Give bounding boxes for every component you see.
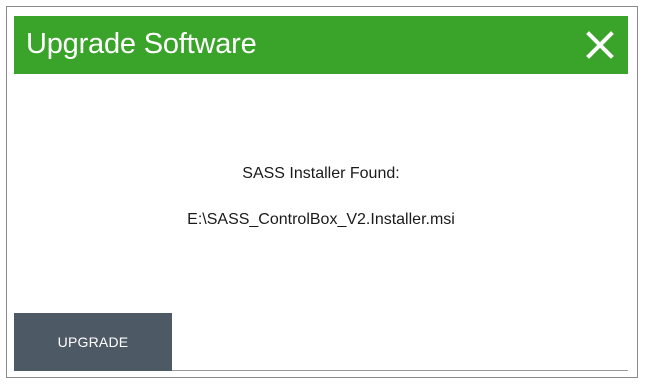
installer-found-label: SASS Installer Found:: [242, 165, 400, 182]
footer-divider: [172, 370, 628, 371]
close-icon: [586, 31, 614, 59]
dialog-title: Upgrade Software: [26, 28, 257, 60]
close-button[interactable]: [580, 25, 620, 65]
dialog-titlebar: Upgrade Software: [14, 16, 628, 74]
installer-path: E:\SASS_ControlBox_V2.Installer.msi: [187, 211, 455, 228]
upgrade-button[interactable]: UPGRADE: [14, 313, 172, 371]
